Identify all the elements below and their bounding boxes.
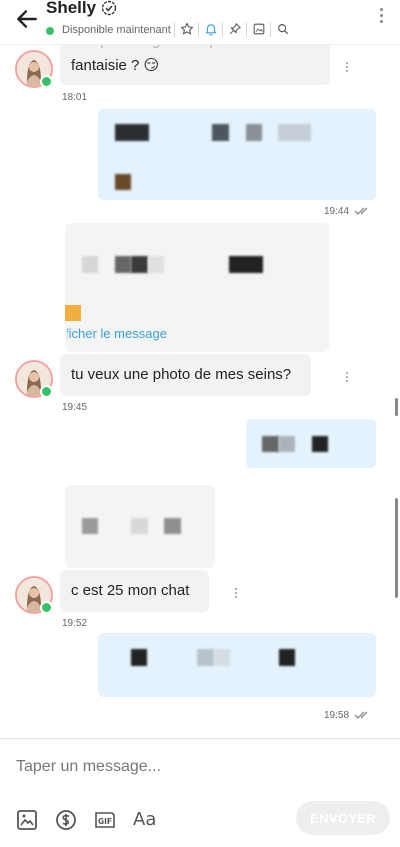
message-time: 19:58 xyxy=(324,710,350,721)
blurred-content xyxy=(212,124,229,141)
blurred-content xyxy=(131,649,147,666)
divider xyxy=(222,22,223,37)
message-options-icon[interactable] xyxy=(344,62,350,76)
blurred-content xyxy=(197,649,214,666)
status-text: Disponible maintenant xyxy=(62,24,171,36)
divider xyxy=(270,22,271,37)
blurred-content xyxy=(82,256,98,273)
blurred-content xyxy=(262,436,279,452)
search-icon[interactable] xyxy=(276,22,290,36)
message-options-icon[interactable] xyxy=(233,588,239,602)
image-icon[interactable] xyxy=(252,22,266,36)
message-composer: GIF Aa ENVOYER xyxy=(0,738,400,847)
blurred-content xyxy=(279,436,295,452)
message-time: 19:45 xyxy=(62,402,88,413)
message-time: 19:52 xyxy=(62,618,88,629)
blurred-content xyxy=(229,256,263,273)
online-indicator xyxy=(40,385,53,398)
scrollbar-thumb[interactable] xyxy=(395,498,398,598)
message-text: c est 25 mon chat xyxy=(71,582,190,599)
message-bubble-incoming[interactable]: Afficher le message xyxy=(65,223,329,352)
blurred-content xyxy=(82,518,98,534)
divider xyxy=(246,22,247,37)
blurred-content xyxy=(278,124,311,141)
text-format-icon[interactable]: Aa xyxy=(133,809,156,830)
send-button[interactable]: ENVOYER xyxy=(296,801,390,835)
online-status-dot xyxy=(46,27,54,35)
blurred-content xyxy=(115,174,131,190)
message-bubble-incoming[interactable]: c est 25 mon chat xyxy=(60,570,209,612)
online-indicator xyxy=(40,75,53,88)
contact-name[interactable]: Shelly xyxy=(46,0,96,18)
gif-icon[interactable]: GIF xyxy=(94,809,116,831)
message-bubble-incoming[interactable] xyxy=(65,485,215,568)
arrow-left-icon[interactable] xyxy=(14,6,40,32)
blurred-content xyxy=(246,124,262,141)
divider xyxy=(198,22,199,37)
blurred-content xyxy=(115,124,149,141)
read-receipt-icon xyxy=(354,207,368,215)
more-vertical-icon[interactable] xyxy=(378,8,384,28)
message-bubble-outgoing[interactable] xyxy=(98,109,376,200)
message-text: tu veux une photo de mes seins? xyxy=(71,366,292,383)
blurred-content xyxy=(131,256,148,273)
message-text: fantaisie ? 😏 xyxy=(71,57,160,74)
blurred-content xyxy=(279,649,295,666)
message-bubble-incoming[interactable]: tu veux une photo de mes seins? xyxy=(60,354,311,396)
blurred-content xyxy=(115,256,131,273)
bell-icon[interactable] xyxy=(204,22,218,36)
blurred-content xyxy=(131,518,148,534)
gallery-icon[interactable] xyxy=(16,809,38,831)
blurred-emoji xyxy=(65,305,81,321)
message-bubble-outgoing[interactable] xyxy=(98,633,376,697)
pin-icon[interactable] xyxy=(228,22,242,36)
divider xyxy=(174,22,175,37)
blurred-content xyxy=(214,649,230,666)
message-bubble-outgoing[interactable] xyxy=(246,419,376,468)
star-icon[interactable] xyxy=(180,22,194,36)
message-input[interactable] xyxy=(16,753,276,781)
chat-header: Shelly Disponible maintenant xyxy=(0,0,400,45)
blurred-content xyxy=(312,436,328,452)
dollar-icon[interactable] xyxy=(55,809,77,831)
online-indicator xyxy=(40,601,53,614)
message-time: 18:01 xyxy=(62,92,88,103)
message-options-icon[interactable] xyxy=(344,372,350,386)
blurred-content xyxy=(148,256,164,273)
blurred-content xyxy=(164,518,181,534)
scrollbar-thumb[interactable] xyxy=(395,398,398,416)
show-message-link[interactable]: Afficher le message xyxy=(67,326,197,341)
message-time: 19:44 xyxy=(324,206,350,217)
svg-text:GIF: GIF xyxy=(98,817,112,826)
verified-icon xyxy=(101,0,117,16)
read-receipt-icon xyxy=(354,711,368,719)
